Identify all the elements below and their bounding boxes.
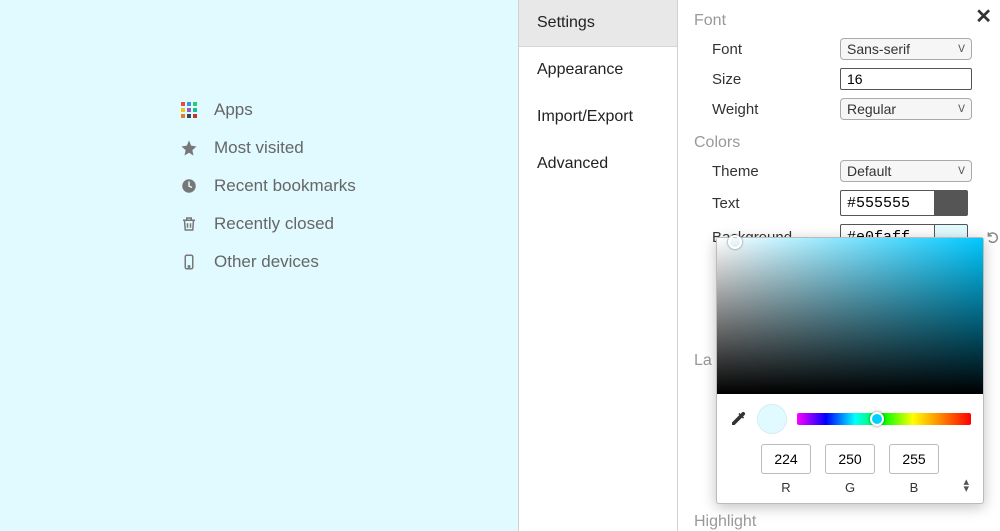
saturation-value-area[interactable] bbox=[717, 238, 983, 394]
theme-label: Theme bbox=[712, 163, 830, 180]
settings-tab-strip: Settings Appearance Import/Export Advanc… bbox=[518, 0, 678, 531]
ntp-item-label: Apps bbox=[214, 100, 253, 120]
font-family-value: Sans-serif bbox=[847, 41, 910, 57]
tab-settings[interactable]: Settings bbox=[519, 0, 677, 47]
rgb-g-input[interactable] bbox=[825, 444, 875, 474]
close-icon[interactable]: ✕ bbox=[975, 4, 992, 29]
font-size-input[interactable] bbox=[840, 68, 972, 90]
ntp-item-label: Recent bookmarks bbox=[214, 176, 356, 196]
hue-slider[interactable] bbox=[797, 413, 971, 425]
apps-icon bbox=[180, 101, 198, 119]
section-header-colors: Colors bbox=[694, 134, 984, 152]
text-color-label: Text bbox=[712, 195, 830, 212]
star-icon bbox=[180, 139, 198, 157]
font-family-label: Font bbox=[712, 41, 830, 58]
ntp-item-most-visited[interactable]: Most visited bbox=[180, 138, 356, 158]
new-tab-page: Apps Most visited Recent bookmarks Recen… bbox=[0, 0, 518, 531]
font-weight-label: Weight bbox=[712, 101, 830, 118]
rgb-r-input[interactable] bbox=[761, 444, 811, 474]
rgb-b-label: B bbox=[910, 480, 919, 495]
theme-select[interactable]: Default ᐯ bbox=[840, 160, 972, 182]
clock-icon bbox=[180, 177, 198, 195]
color-mode-toggle[interactable]: ▴▾ bbox=[963, 479, 969, 493]
hue-slider-handle[interactable] bbox=[870, 412, 884, 426]
section-header-font: Font bbox=[694, 12, 984, 30]
tab-import-export[interactable]: Import/Export bbox=[519, 94, 677, 141]
ntp-item-recently-closed[interactable]: Recently closed bbox=[180, 214, 356, 234]
theme-value: Default bbox=[847, 163, 891, 179]
text-color-input[interactable] bbox=[840, 190, 934, 216]
color-picker-popover: R G B ▴▾ bbox=[716, 237, 984, 504]
rgb-r-label: R bbox=[781, 480, 790, 495]
trash-icon bbox=[180, 215, 198, 233]
reset-icon[interactable] bbox=[986, 230, 1000, 244]
ntp-item-other-devices[interactable]: Other devices bbox=[180, 252, 356, 272]
ntp-item-recent-bookmarks[interactable]: Recent bookmarks bbox=[180, 176, 356, 196]
ntp-item-label: Most visited bbox=[214, 138, 304, 158]
rgb-b-input[interactable] bbox=[889, 444, 939, 474]
chevron-down-icon: ᐯ bbox=[958, 44, 965, 55]
text-color-swatch[interactable] bbox=[934, 190, 968, 216]
tab-advanced[interactable]: Advanced bbox=[519, 141, 677, 188]
color-preview-circle bbox=[757, 404, 787, 434]
ntp-item-label: Recently closed bbox=[214, 214, 334, 234]
bookmark-shortcut-list: Apps Most visited Recent bookmarks Recen… bbox=[180, 100, 356, 272]
saturation-value-cursor[interactable] bbox=[728, 235, 742, 249]
tab-appearance[interactable]: Appearance bbox=[519, 47, 677, 94]
font-family-select[interactable]: Sans-serif ᐯ bbox=[840, 38, 972, 60]
device-icon bbox=[180, 253, 198, 271]
font-weight-value: Regular bbox=[847, 101, 896, 117]
section-header-highlight-partial: Highlight bbox=[694, 513, 756, 531]
chevron-down-icon: ᐯ bbox=[958, 104, 965, 115]
eyedropper-icon[interactable] bbox=[729, 410, 747, 428]
ntp-item-apps[interactable]: Apps bbox=[180, 100, 356, 120]
chevron-down-icon: ᐯ bbox=[958, 166, 965, 177]
rgb-g-label: G bbox=[845, 480, 855, 495]
ntp-item-label: Other devices bbox=[214, 252, 319, 272]
font-size-label: Size bbox=[712, 71, 830, 88]
font-weight-select[interactable]: Regular ᐯ bbox=[840, 98, 972, 120]
section-header-layout-partial: La bbox=[694, 352, 712, 370]
